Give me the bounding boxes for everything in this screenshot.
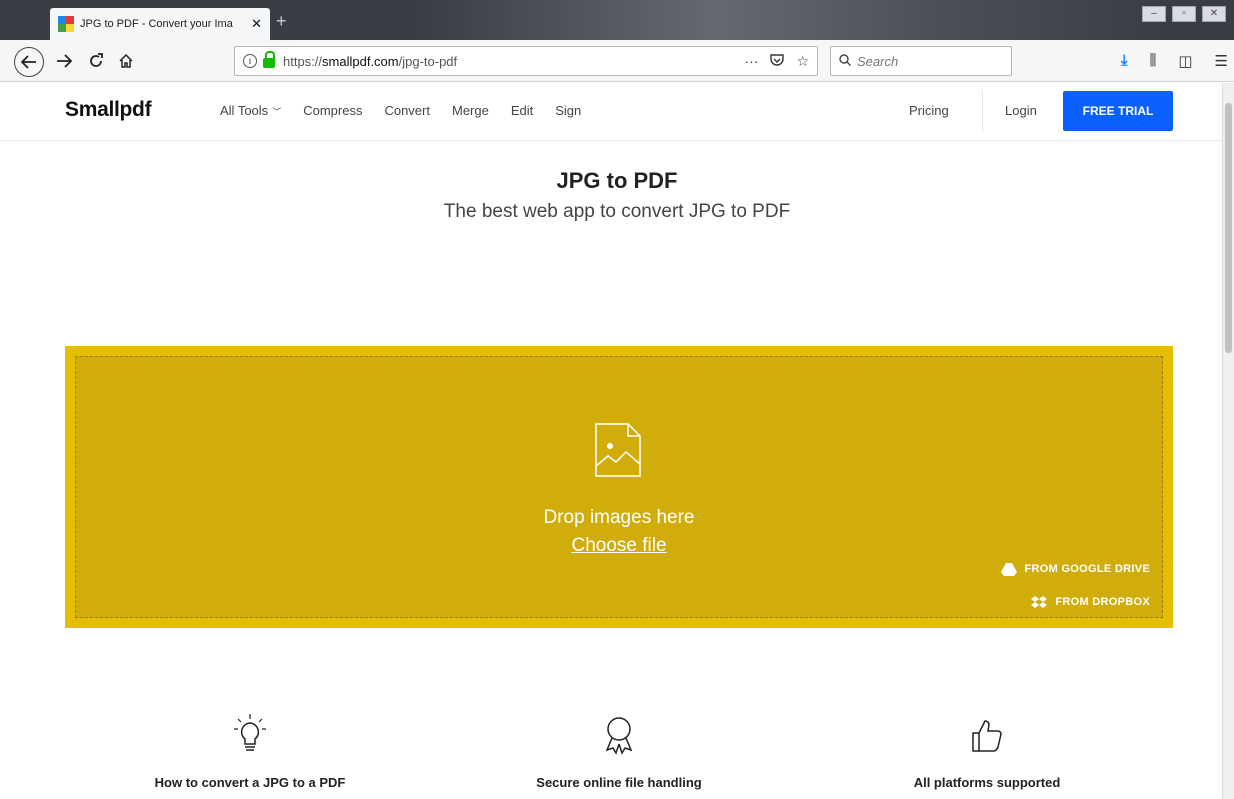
pocket-shape bbox=[770, 53, 785, 66]
login-link[interactable]: Login bbox=[1005, 103, 1037, 118]
feature-label: How to convert a JPG to a PDF bbox=[154, 775, 346, 790]
menu-icon[interactable]: ☰ bbox=[1215, 52, 1228, 70]
nav-edit[interactable]: Edit bbox=[511, 103, 533, 118]
pocket-icon[interactable] bbox=[770, 53, 785, 70]
scrollbar-thumb[interactable] bbox=[1225, 103, 1232, 353]
library-icon[interactable]: ⫼ bbox=[1149, 52, 1156, 70]
from-dropbox-button[interactable]: FROM DROPBOX bbox=[1031, 595, 1150, 609]
secure-lock-icon bbox=[263, 51, 275, 68]
award-ribbon-icon bbox=[605, 717, 633, 755]
nav-compress[interactable]: Compress bbox=[303, 103, 362, 118]
site-info-icon[interactable]: i bbox=[243, 54, 257, 68]
back-arrow-icon bbox=[21, 55, 36, 69]
home-icon bbox=[119, 53, 133, 68]
lightbulb-icon bbox=[234, 714, 266, 751]
new-tab-button[interactable]: + bbox=[276, 12, 287, 30]
tab-bar-background bbox=[420, 0, 1160, 40]
url-text[interactable]: https://smallpdf.com/jpg-to-pdf bbox=[283, 54, 732, 69]
google-drive-icon bbox=[1000, 563, 1017, 576]
drop-zone-inner[interactable]: Drop images here Choose file FROM GOOGLE… bbox=[75, 356, 1163, 618]
image-file-icon bbox=[595, 423, 641, 477]
file-drop-zone[interactable]: Drop images here Choose file FROM GOOGLE… bbox=[65, 346, 1173, 628]
nav-merge[interactable]: Merge bbox=[452, 103, 489, 118]
site-nav: All Tools ﹀ Compress Convert Merge Edit S… bbox=[220, 103, 581, 118]
page-subtitle: The best web app to convert JPG to PDF bbox=[443, 201, 791, 222]
address-bar[interactable]: i https://smallpdf.com/jpg-to-pdf ··· ☆ bbox=[234, 46, 818, 76]
page-actions-menu-icon[interactable]: ··· bbox=[744, 53, 758, 69]
forward-arrow-icon bbox=[57, 54, 72, 68]
url-host: smallpdf.com bbox=[322, 53, 399, 69]
search-icon bbox=[839, 53, 851, 69]
page-title: JPG to PDF bbox=[556, 168, 678, 193]
dropbox-icon bbox=[1031, 596, 1048, 608]
back-button[interactable] bbox=[14, 47, 44, 77]
sidebar-icon[interactable]: ◫ bbox=[1178, 52, 1192, 70]
url-path: /jpg-to-pdf bbox=[398, 53, 458, 69]
free-trial-button[interactable]: FREE TRIAL bbox=[1063, 91, 1173, 131]
feature-label: Secure online file handling bbox=[536, 775, 702, 790]
choose-file-link[interactable]: Choose file bbox=[76, 535, 1162, 557]
feature-how-to: How to convert a JPG to a PDF bbox=[120, 713, 380, 790]
reload-button[interactable] bbox=[84, 47, 108, 75]
toolbar-actions: ⤓ ⫼ ◫ ☰ bbox=[1121, 52, 1228, 70]
browser-toolbar: i https://smallpdf.com/jpg-to-pdf ··· ☆ … bbox=[0, 40, 1234, 82]
forward-button[interactable] bbox=[52, 47, 76, 75]
close-window-button[interactable]: ✕ bbox=[1202, 6, 1226, 22]
chevron-down-icon: ﹀ bbox=[272, 107, 282, 117]
nav-all-tools[interactable]: All Tools ﹀ bbox=[220, 103, 281, 118]
magnifier-shape bbox=[839, 53, 851, 66]
pricing-link[interactable]: Pricing bbox=[909, 103, 949, 118]
drop-images-text: Drop images here bbox=[543, 507, 695, 528]
feature-label: All platforms supported bbox=[913, 775, 1061, 790]
window-controls: – ▫ ✕ bbox=[1142, 6, 1226, 22]
nav-all-tools-label: All Tools bbox=[220, 103, 269, 118]
bookmark-star-icon[interactable]: ☆ bbox=[796, 53, 809, 70]
smallpdf-favicon-icon bbox=[58, 16, 74, 32]
feature-secure: Secure online file handling bbox=[489, 713, 749, 790]
vertical-scrollbar[interactable] bbox=[1222, 83, 1234, 799]
maximize-button[interactable]: ▫ bbox=[1172, 6, 1196, 22]
page-content: Smallpdf All Tools ﹀ Compress Convert Mer… bbox=[0, 83, 1222, 799]
header-divider bbox=[982, 91, 983, 131]
feature-platforms: All platforms supported bbox=[857, 713, 1117, 790]
smallpdf-logo[interactable]: Smallpdf bbox=[65, 98, 152, 122]
search-input[interactable] bbox=[857, 53, 997, 69]
home-button[interactable] bbox=[114, 47, 138, 75]
from-google-drive-button[interactable]: FROM GOOGLE DRIVE bbox=[1000, 562, 1151, 576]
close-tab-icon[interactable]: ✕ bbox=[251, 16, 262, 32]
browser-tab-bar: JPG to PDF - Convert your Ima ✕ + – ▫ ✕ bbox=[0, 0, 1234, 40]
nav-convert[interactable]: Convert bbox=[384, 103, 430, 118]
browser-tab[interactable]: JPG to PDF - Convert your Ima ✕ bbox=[50, 8, 270, 40]
site-header: Smallpdf All Tools ﹀ Compress Convert Mer… bbox=[0, 83, 1222, 141]
tab-title: JPG to PDF - Convert your Ima bbox=[80, 18, 233, 30]
downloads-icon[interactable]: ⤓ bbox=[1121, 52, 1128, 70]
url-scheme: https:// bbox=[283, 53, 323, 69]
google-drive-label: FROM GOOGLE DRIVE bbox=[1024, 563, 1150, 575]
reload-icon bbox=[90, 53, 103, 67]
thumbs-up-icon bbox=[972, 720, 1002, 752]
search-bar[interactable] bbox=[830, 46, 1012, 76]
nav-sign[interactable]: Sign bbox=[555, 103, 581, 118]
minimize-button[interactable]: – bbox=[1142, 6, 1166, 22]
dropbox-label: FROM DROPBOX bbox=[1055, 596, 1150, 608]
